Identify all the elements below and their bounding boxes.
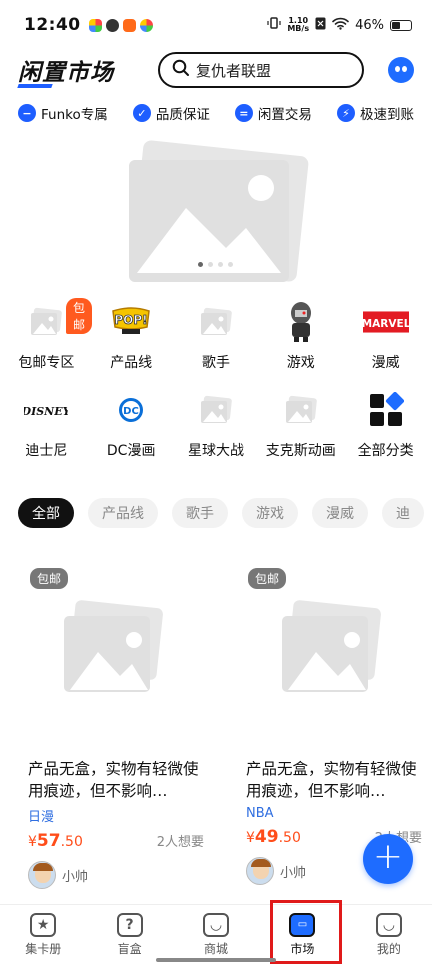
placeholder-image-icon bbox=[64, 600, 163, 692]
minus-badge-icon: − bbox=[18, 104, 36, 122]
product-category: 日漫 bbox=[28, 810, 55, 825]
nav-mall[interactable]: ◡ 商城 bbox=[173, 905, 259, 964]
marvel-logo-icon: MARVEL bbox=[362, 300, 409, 344]
search-placeholder: 复仇者联盟 bbox=[196, 61, 272, 80]
post-item-button[interactable]: + bbox=[363, 834, 413, 884]
search-input[interactable]: 复仇者联盟 bbox=[158, 52, 364, 88]
network-speed: 1.10 MB/s bbox=[287, 16, 310, 33]
lightning-badge-icon: ⚡ bbox=[336, 104, 355, 122]
status-time: 12:40 bbox=[24, 15, 81, 35]
product-list: 包邮 产品无盒，实物有轻微使用痕迹，但不影响… 日漫 ¥57.50 2人想要 小… bbox=[0, 560, 432, 889]
category-game[interactable]: 游戏 bbox=[258, 300, 343, 372]
seller-name: 小帅 bbox=[280, 865, 307, 881]
market-logo: 闲置市场 bbox=[18, 53, 114, 87]
figure-icon bbox=[278, 300, 324, 344]
banner-dot[interactable] bbox=[208, 262, 213, 267]
free-shipping-tag: 包邮 bbox=[248, 568, 287, 589]
battery-percent: 46% bbox=[355, 17, 384, 33]
avatar bbox=[28, 861, 56, 889]
category-product-line[interactable]: POP! 产品线 bbox=[89, 300, 174, 372]
mall-icon: ◡ bbox=[203, 912, 230, 937]
app-notification-icon bbox=[122, 18, 136, 32]
placeholder-image-icon bbox=[278, 388, 324, 432]
wifi-icon bbox=[332, 17, 349, 34]
status-indicators: 1.10 MB/s 46% bbox=[267, 16, 412, 34]
category-pixar[interactable]: 支克斯动画 bbox=[258, 388, 343, 460]
status-app-icons bbox=[88, 18, 153, 32]
svg-text:DC: DC bbox=[123, 406, 139, 417]
category-star-wars[interactable]: 星球大战 bbox=[174, 388, 259, 460]
svg-text:POP!: POP! bbox=[115, 313, 148, 327]
free-shipping-tag: 包邮 bbox=[30, 568, 69, 589]
grid-icon bbox=[363, 388, 409, 432]
check-badge-icon: ✓ bbox=[132, 104, 151, 122]
seller-name: 小帅 bbox=[62, 869, 89, 885]
vibrate-icon bbox=[267, 16, 281, 34]
product-price: ¥49.50 bbox=[246, 827, 301, 847]
feature-funko: − Funko专属 bbox=[18, 103, 108, 123]
svg-text:MARVEL: MARVEL bbox=[363, 318, 409, 330]
chip-marvel[interactable]: 漫威 bbox=[312, 498, 368, 528]
chip-all[interactable]: 全部 bbox=[18, 498, 74, 528]
category-dc[interactable]: DC DC漫画 bbox=[89, 388, 174, 460]
category-singer[interactable]: 歌手 bbox=[174, 300, 259, 372]
chip-product-line[interactable]: 产品线 bbox=[88, 498, 158, 528]
nav-profile[interactable]: ◡ 我的 bbox=[346, 905, 432, 964]
nav-card-album[interactable]: ★ 集卡册 bbox=[0, 905, 86, 964]
feature-quality: ✓ 品质保证 bbox=[132, 103, 210, 123]
header: 闲置市场 复仇者联盟 bbox=[0, 50, 432, 90]
search-icon bbox=[172, 59, 190, 81]
home-indicator[interactable] bbox=[156, 958, 276, 962]
category-marvel[interactable]: MARVEL 漫威 bbox=[343, 300, 428, 372]
feature-fast-payment: ⚡ 极速到账 bbox=[336, 103, 414, 123]
svg-text:DISNEY: DISNEY bbox=[24, 405, 68, 418]
product-title: 产品无盒，实物有轻微使用痕迹，但不影响… bbox=[28, 760, 199, 800]
profile-icon: ◡ bbox=[375, 912, 402, 937]
banner-dot[interactable] bbox=[198, 262, 203, 267]
sim-icon bbox=[315, 17, 326, 34]
card-album-icon: ★ bbox=[30, 912, 57, 937]
mascot-avatar-icon[interactable] bbox=[388, 57, 414, 83]
feature-trade: = 闲置交易 bbox=[234, 103, 312, 123]
category-disney[interactable]: DISNEY 迪士尼 bbox=[4, 388, 89, 460]
placeholder-image-icon bbox=[193, 300, 239, 344]
battery-icon bbox=[390, 19, 412, 31]
product-image: 包邮 bbox=[28, 560, 198, 740]
product-title: 产品无盒，实物有轻微使用痕迹，但不影响… bbox=[246, 760, 417, 800]
banner-dot[interactable] bbox=[228, 262, 233, 267]
placeholder-image-icon bbox=[282, 600, 381, 692]
product-price: ¥57.50 bbox=[28, 831, 83, 851]
category-all[interactable]: 全部分类 bbox=[343, 388, 428, 460]
chip-disney[interactable]: 迪 bbox=[382, 498, 424, 528]
placeholder-image-icon bbox=[193, 388, 239, 432]
funko-pop-logo-icon: POP! bbox=[108, 300, 154, 344]
highlight-box bbox=[270, 900, 342, 964]
feature-strip: − Funko专属 ✓ 品质保证 = 闲置交易 ⚡ 极速到账 bbox=[0, 98, 432, 128]
product-category: NBA bbox=[246, 806, 274, 821]
chip-game[interactable]: 游戏 bbox=[242, 498, 298, 528]
disney-logo-icon: DISNEY bbox=[23, 388, 69, 432]
product-image: 包邮 bbox=[246, 560, 416, 740]
dc-logo-icon: DC bbox=[108, 388, 154, 432]
app-notification-icon bbox=[88, 18, 102, 32]
app-notification-icon bbox=[139, 18, 153, 32]
product-card[interactable]: 包邮 产品无盒，实物有轻微使用痕迹，但不影响… 日漫 ¥57.50 2人想要 小… bbox=[0, 560, 216, 889]
filter-chips: 全部 产品线 歌手 游戏 漫威 迪 bbox=[18, 498, 432, 530]
avatar bbox=[246, 857, 274, 885]
seller-info[interactable]: 小帅 bbox=[28, 861, 216, 889]
want-count: 2人想要 bbox=[156, 835, 204, 850]
banner-pagination bbox=[198, 262, 233, 267]
status-bar: 12:40 1.10 MB/s 46% bbox=[0, 0, 432, 50]
chip-singer[interactable]: 歌手 bbox=[172, 498, 228, 528]
banner-dot[interactable] bbox=[218, 262, 223, 267]
bottom-nav: ★ 集卡册 ? 盲盒 ◡ 商城 ▭ 市场 ◡ 我的 bbox=[0, 904, 432, 964]
swap-badge-icon: = bbox=[234, 104, 253, 122]
category-free-shipping[interactable]: 包邮 包邮专区 bbox=[4, 298, 93, 372]
category-grid: 包邮 包邮专区 POP! 产品线 歌手 游戏 MARVEL 漫威 DISNEY … bbox=[0, 298, 432, 460]
price-row: ¥57.50 2人想要 bbox=[28, 831, 204, 851]
blind-box-icon: ? bbox=[116, 912, 143, 937]
nav-blind-box[interactable]: ? 盲盒 bbox=[86, 905, 172, 964]
app-notification-icon bbox=[105, 18, 119, 32]
placeholder-image-icon bbox=[23, 300, 69, 344]
